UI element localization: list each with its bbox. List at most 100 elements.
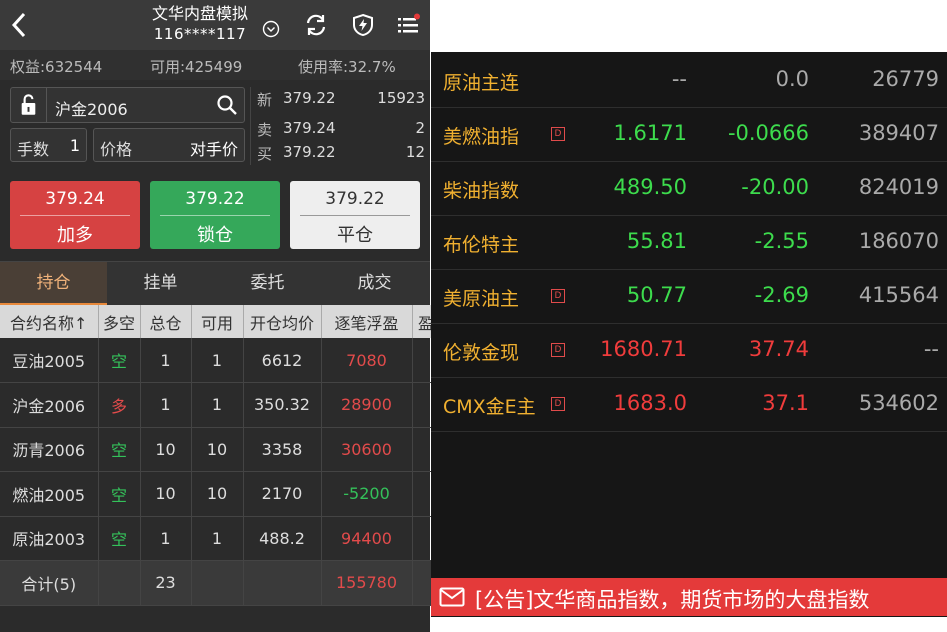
market-row[interactable]: CMX金E主 D 1683.0 37.1 534602	[431, 378, 947, 432]
market-row[interactable]: 原油主连 -- 0.0 26779	[431, 54, 947, 108]
market-name: 原油主连	[443, 72, 520, 94]
tab-orders[interactable]: 委托	[214, 262, 321, 306]
market-last: 489.50	[613, 175, 687, 199]
market-name: CMX金E主	[443, 396, 536, 418]
cell-empty	[191, 560, 244, 606]
lock-position-button[interactable]: 379.22 锁仓	[150, 181, 280, 249]
cell-empty	[243, 560, 322, 606]
table-row[interactable]: 沪金2006 多 1 1 350.32 28900	[0, 382, 441, 428]
market-row[interactable]: 美燃油指 D 1.6171 -0.0666 389407	[431, 108, 947, 162]
col-header-name[interactable]: 合约名称↑	[0, 305, 99, 338]
col-header-direction[interactable]: 多空	[98, 305, 141, 338]
market-tag: D	[551, 343, 565, 357]
table-row[interactable]: 燃油2005 空 10 10 2170 -5200	[0, 471, 441, 517]
mail-icon	[439, 587, 465, 607]
table-row[interactable]: 原油2003 空 1 1 488.2 94400	[0, 516, 441, 561]
market-last: 50.77	[626, 283, 687, 307]
cell-avg-price: 350.32	[243, 382, 322, 428]
tab-trades[interactable]: 成交	[321, 262, 428, 306]
market-volume: --	[923, 337, 939, 361]
cell-direction: 空	[98, 516, 141, 561]
cell-direction: 空	[98, 427, 141, 472]
quote-volume: 15923	[377, 89, 425, 107]
cell-total: 1	[140, 338, 192, 383]
cell-name: 原油2003	[0, 516, 99, 561]
position-tabs: 持仓 挂单 委托 成交	[0, 261, 430, 306]
button-label: 加多	[57, 225, 93, 246]
market-row[interactable]: 伦敦金现 D 1680.71 37.74 --	[431, 324, 947, 378]
positions-table: 合约名称↑ 多空 总仓 可用 开仓均价 逐笔浮盈 盈 豆油2005 空 1 1 …	[0, 305, 441, 606]
tab-positions[interactable]: 持仓	[0, 262, 107, 306]
menu-list-icon[interactable]	[396, 13, 420, 37]
order-entry: 沪金2006 手数 1 价格 对手价 新 379.22 15923 卖 379.…	[0, 80, 430, 260]
market-change: 0.0	[775, 67, 809, 91]
market-change: -2.55	[754, 229, 809, 253]
tab-pending[interactable]: 挂单	[107, 262, 214, 306]
market-name: 伦敦金现	[443, 342, 520, 364]
cell-pnl: 28900	[321, 382, 413, 428]
market-row[interactable]: 布伦特主 55.81 -2.55 186070	[431, 216, 947, 270]
app-root: 文华内盘模拟 116****117 权益:632544 可用:425499 使用…	[0, 0, 947, 632]
lock-icon[interactable]	[11, 88, 47, 122]
market-row[interactable]: 美原油主 D 50.77 -2.69 415564	[431, 270, 947, 324]
cell-avg-price: 488.2	[243, 516, 322, 561]
market-volume: 534602	[858, 391, 939, 415]
market-name: 柴油指数	[443, 180, 520, 202]
button-price: 379.22	[300, 189, 410, 216]
col-header-pnl[interactable]: 逐笔浮盈	[321, 305, 413, 338]
chevron-down-icon	[262, 20, 280, 38]
back-icon[interactable]	[8, 10, 30, 40]
cell-total: 10	[140, 427, 192, 472]
table-row[interactable]: 豆油2005 空 1 1 6612 7080	[0, 338, 441, 383]
cell-available: 1	[191, 338, 244, 383]
col-header-available[interactable]: 可用	[191, 305, 244, 338]
cell-direction: 多	[98, 382, 141, 428]
quote-bid: 买 379.22 12	[257, 143, 429, 167]
refresh-icon[interactable]	[304, 13, 328, 37]
col-header-total[interactable]: 总仓	[140, 305, 192, 338]
account-summary: 权益:632544 可用:425499 使用率:32.7%	[0, 50, 430, 80]
cell-available: 1	[191, 516, 244, 561]
quantity-field[interactable]: 手数 1	[10, 128, 87, 162]
cell-name: 沥青2006	[0, 427, 99, 472]
quote-price: 379.24	[283, 119, 336, 137]
shield-flash-icon[interactable]	[351, 13, 375, 37]
quantity-value: 1	[69, 136, 80, 155]
cell-direction: 空	[98, 338, 141, 383]
quote-key: 买	[257, 145, 273, 163]
price-field[interactable]: 价格 对手价	[93, 128, 245, 162]
market-volume: 824019	[858, 175, 939, 199]
cell-available: 10	[191, 471, 244, 517]
market-last: 1.6171	[613, 121, 687, 145]
price-value: 对手价	[189, 140, 238, 159]
title-dropdown[interactable]: 文华内盘模拟 116****117	[120, 4, 280, 44]
market-volume: 186070	[858, 229, 939, 253]
add-long-button[interactable]: 379.24 加多	[10, 181, 140, 249]
cell-available: 10	[191, 427, 244, 472]
quote-volume: 2	[415, 119, 425, 137]
cell-direction: 空	[98, 471, 141, 517]
announcement-bar[interactable]: [公告]文华商品指数，期货市场的大盘指数	[431, 578, 947, 616]
price-label: 价格	[100, 140, 133, 159]
cell-name: 燃油2005	[0, 471, 99, 517]
cell-avg-price: 2170	[243, 471, 322, 517]
button-label: 平仓	[337, 225, 373, 246]
market-name: 布伦特主	[443, 234, 520, 256]
button-price: 379.22	[160, 189, 270, 216]
search-icon[interactable]	[216, 94, 238, 116]
quote-last: 新 379.22 15923	[257, 89, 429, 113]
close-position-button[interactable]: 379.22 平仓	[290, 181, 420, 249]
market-change: 37.1	[762, 391, 809, 415]
symbol-value: 沪金2006	[55, 100, 128, 119]
table-row[interactable]: 沥青2006 空 10 10 3358 30600	[0, 427, 441, 472]
symbol-field[interactable]: 沪金2006	[10, 87, 245, 123]
announcement-text: [公告]文华商品指数，期货市场的大盘指数	[475, 588, 870, 612]
quote-key: 新	[257, 91, 273, 109]
quote-price: 379.22	[283, 143, 336, 161]
market-volume: 389407	[858, 121, 939, 145]
total-label: 合计(5)	[0, 560, 99, 606]
available-text: 可用:425499	[150, 58, 243, 76]
col-header-avg-price[interactable]: 开仓均价	[243, 305, 322, 338]
total-row: 合计(5) 23 155780	[0, 560, 441, 606]
market-row[interactable]: 柴油指数 489.50 -20.00 824019	[431, 162, 947, 216]
